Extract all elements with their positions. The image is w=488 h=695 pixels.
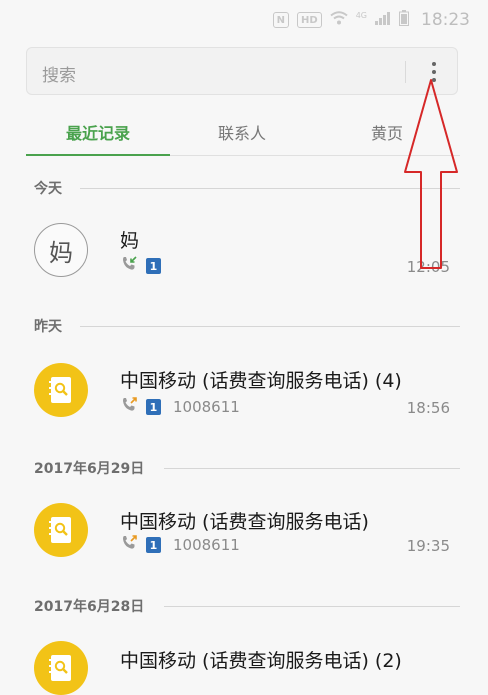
section-header-yesterday: 昨天	[34, 319, 62, 335]
tab-contacts[interactable]: 联系人	[170, 108, 314, 156]
yellow-page-icon	[34, 503, 88, 557]
section-header-date: 2017年6月29日	[34, 461, 145, 477]
section-divider	[80, 326, 460, 327]
annotation-arrow-icon	[400, 78, 460, 282]
search-placeholder[interactable]: 搜索	[42, 61, 76, 86]
yellow-page-icon	[34, 363, 88, 417]
section-header-today: 今天	[34, 181, 62, 197]
tab-recents[interactable]: 最近记录	[26, 108, 170, 156]
search-bar[interactable]: 搜索	[26, 47, 458, 95]
incoming-call-icon	[120, 255, 138, 277]
sim-badge: 1	[146, 258, 161, 274]
battery-icon	[399, 10, 409, 30]
network-type-label: 4G	[355, 10, 367, 20]
section-divider	[164, 606, 460, 607]
outgoing-call-icon	[120, 396, 138, 418]
entry-name: 中国移动 (话费查询服务电话) (2)	[120, 650, 402, 672]
sim-badge: 1	[146, 537, 161, 553]
entry-number: 1008611	[173, 536, 240, 554]
tab-bar: 最近记录 联系人 黄页	[26, 108, 460, 156]
entry-details: 1 1008611	[120, 397, 240, 417]
entry-time: 18:56	[406, 399, 450, 417]
signal-icon	[375, 11, 391, 29]
entry-name: 中国移动 (话费查询服务电话)	[120, 511, 369, 533]
entry-details: 1 1008611	[120, 535, 240, 555]
entry-time: 19:35	[406, 537, 450, 555]
sim-badge: 1	[146, 399, 161, 415]
wifi-icon	[330, 11, 348, 29]
section-header-date: 2017年6月28日	[34, 599, 145, 615]
hd-icon: HD	[297, 12, 322, 28]
section-divider	[164, 468, 460, 469]
status-bar: N HD 4G 18:23	[0, 0, 488, 40]
entry-name: 中国移动 (话费查询服务电话) (4)	[120, 370, 402, 392]
nfc-icon: N	[272, 12, 290, 28]
outgoing-call-icon	[120, 534, 138, 556]
entry-name: 妈	[120, 230, 140, 252]
entry-number: 1008611	[173, 398, 240, 416]
active-tab-indicator	[26, 154, 170, 156]
yellow-page-icon	[34, 641, 88, 695]
status-time: 18:23	[421, 10, 470, 30]
entry-details: 1	[120, 256, 161, 276]
avatar: 妈	[34, 223, 88, 277]
